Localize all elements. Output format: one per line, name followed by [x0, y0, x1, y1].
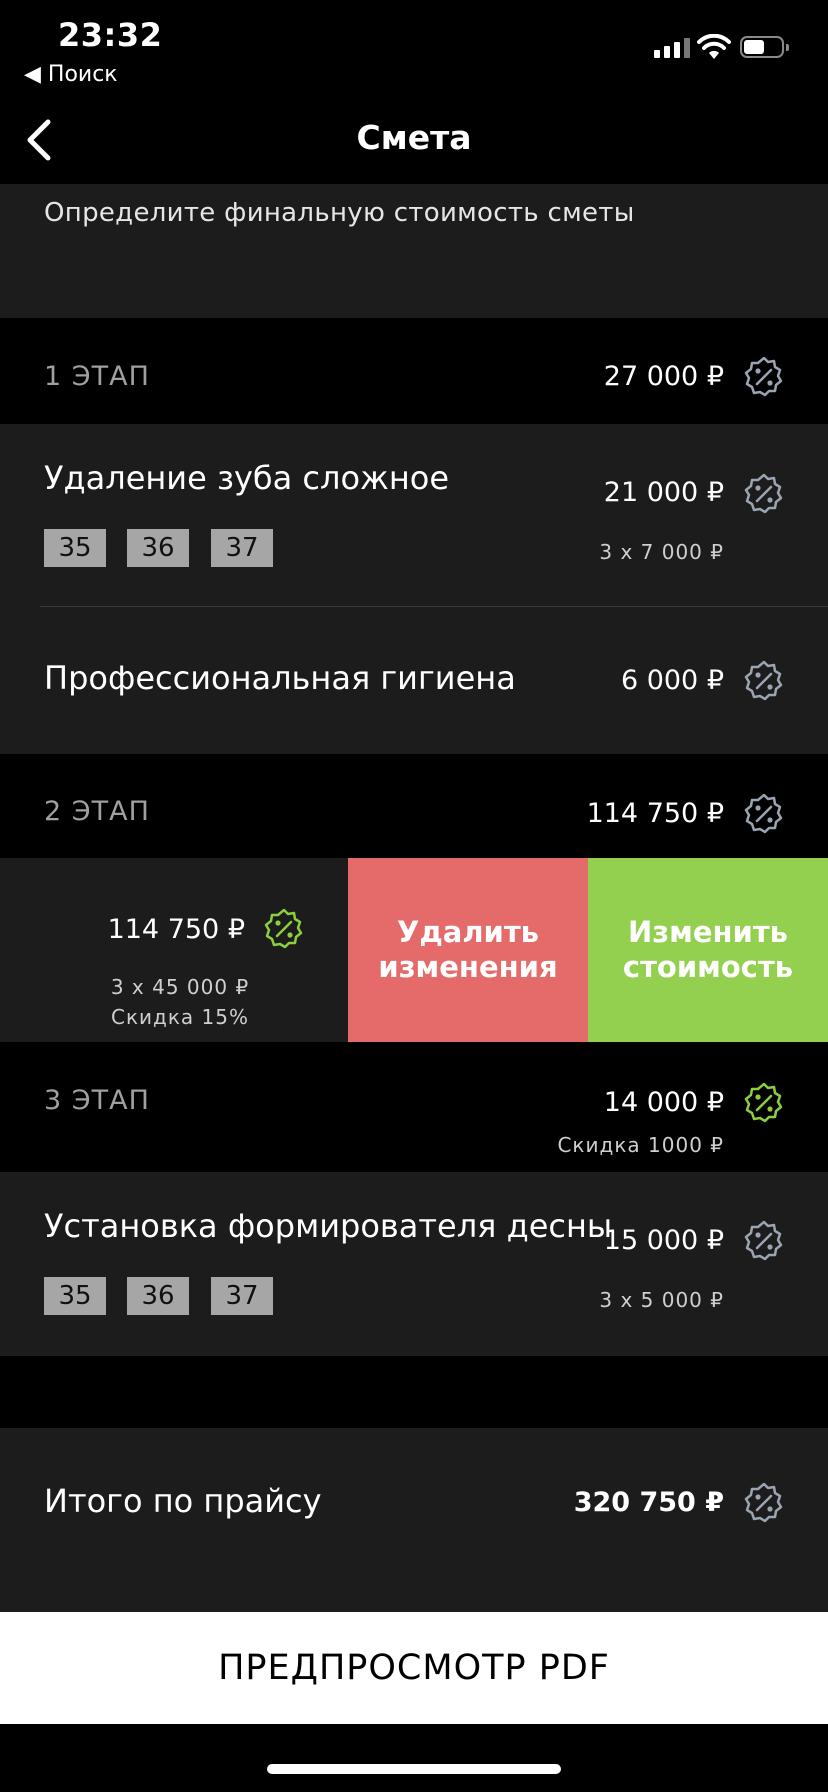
item-price: 114 750 ₽	[107, 914, 245, 945]
cellular-signal-icon	[654, 38, 690, 58]
item-title[interactable]: Удаление зуба сложное	[44, 459, 449, 497]
discount-icon[interactable]	[742, 1081, 786, 1125]
discount-icon[interactable]	[742, 472, 786, 516]
tooth-tag: 36	[127, 1277, 189, 1315]
back-to-app-link[interactable]: ◀ Поиск	[24, 62, 118, 87]
tooth-tag: 35	[44, 529, 106, 567]
item-discount: Скидка 15%	[110, 1005, 250, 1029]
change-cost-label: Изменить стоимость	[622, 915, 794, 984]
delete-changes-label: Удалить изменения	[378, 915, 558, 984]
stage-3-price: 14 000 ₽	[603, 1087, 724, 1118]
stage-3-label: 3 ЭТАП	[44, 1085, 150, 1116]
stage-1-label: 1 ЭТАП	[44, 361, 150, 392]
wifi-icon	[697, 33, 731, 64]
tooth-tag: 37	[211, 1277, 273, 1315]
home-indicator[interactable]	[267, 1764, 561, 1774]
item-title[interactable]: Установка формирователя десны	[44, 1207, 612, 1245]
total-price: 320 750 ₽	[573, 1487, 724, 1518]
item-calc: 3 x 45 000 ₽	[110, 975, 250, 999]
row-divider	[40, 606, 828, 607]
item-calc: 3 x 7 000 ₽	[599, 540, 724, 564]
status-time: 23:32	[58, 16, 163, 54]
tooth-tag: 37	[211, 529, 273, 567]
delete-changes-button[interactable]: Удалить изменения	[348, 858, 588, 1042]
pdf-preview-label: ПРЕДПРОСМОТР PDF	[218, 1648, 610, 1688]
total-label: Итого по прайсу	[44, 1482, 322, 1520]
discount-icon[interactable]	[742, 659, 786, 703]
stage-2-label: 2 ЭТАП	[44, 796, 150, 827]
discount-icon[interactable]	[262, 907, 306, 951]
item-calc: 3 x 5 000 ₽	[599, 1288, 724, 1312]
stage-3-discount: Скидка 1000 ₽	[557, 1133, 724, 1157]
change-cost-button[interactable]: Изменить стоимость	[588, 858, 828, 1042]
discount-icon[interactable]	[742, 1481, 786, 1525]
item-price: 6 000 ₽	[620, 665, 724, 696]
battery-icon	[740, 36, 789, 58]
stage-2-price: 114 750 ₽	[586, 798, 724, 829]
stage-1-price: 27 000 ₽	[603, 361, 724, 392]
page-title: Смета	[356, 118, 472, 157]
total-section	[0, 1428, 828, 1612]
tooth-tag: 36	[127, 529, 189, 567]
discount-icon[interactable]	[742, 1219, 786, 1263]
subtitle-text: Определите финальную стоимость сметы	[44, 198, 635, 228]
stage-3-items	[0, 1172, 828, 1356]
pdf-preview-button[interactable]: ПРЕДПРОСМОТР PDF	[0, 1612, 828, 1724]
discount-icon[interactable]	[742, 792, 786, 836]
item-title[interactable]: Профессиональная гигиена	[44, 659, 516, 697]
tooth-tag: 35	[44, 1277, 106, 1315]
item-price: 21 000 ₽	[603, 477, 724, 508]
discount-icon[interactable]	[742, 355, 786, 399]
item-price: 15 000 ₽	[603, 1225, 724, 1256]
